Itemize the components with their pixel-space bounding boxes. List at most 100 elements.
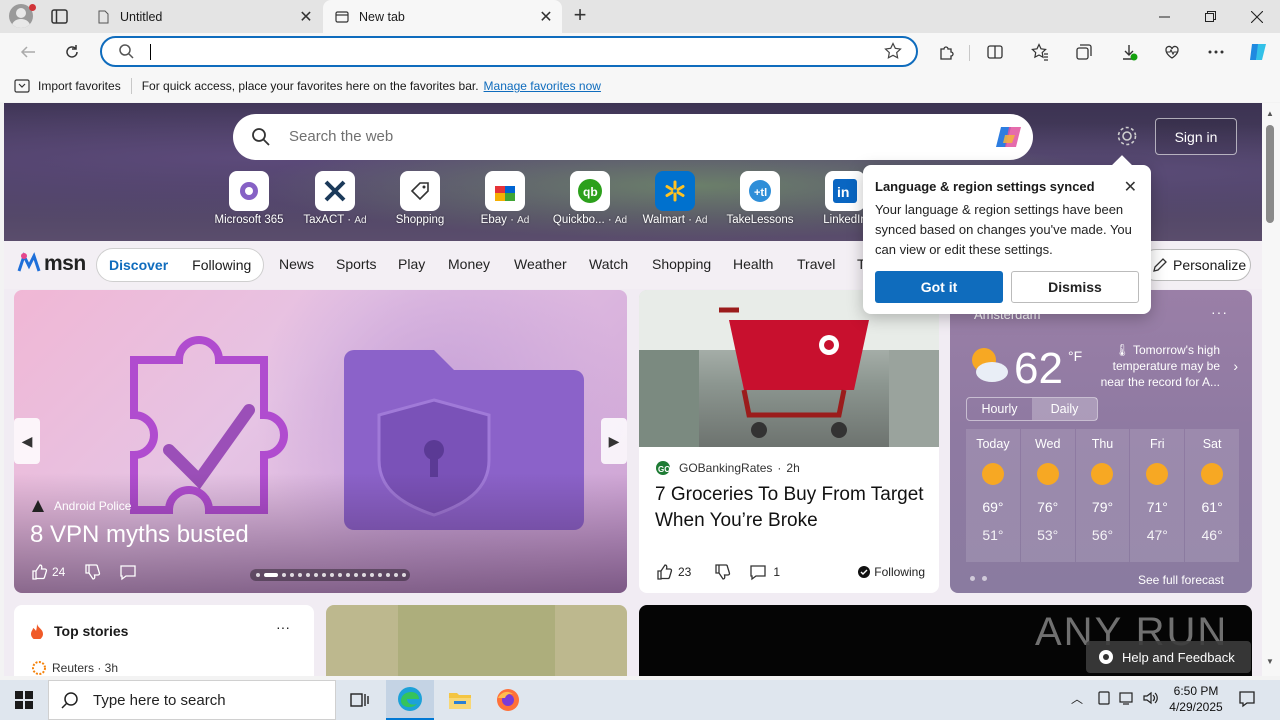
task-view-button[interactable]	[336, 680, 384, 720]
favorite-star-icon[interactable]	[884, 42, 902, 60]
start-button[interactable]	[0, 680, 48, 720]
downloads-button[interactable]	[1115, 38, 1143, 66]
settings-more-button[interactable]	[1202, 38, 1230, 66]
forecast-day[interactable]: Sat 61° 46°	[1185, 429, 1239, 562]
carousel-dot[interactable]	[290, 573, 294, 577]
carousel-dot[interactable]	[306, 573, 310, 577]
back-button[interactable]	[14, 38, 42, 66]
close-tab-icon[interactable]: ✕	[534, 5, 558, 29]
carousel-dot[interactable]	[322, 573, 326, 577]
quick-link[interactable]: +tl TakeLessons	[720, 171, 800, 226]
tab-following[interactable]: Following	[192, 257, 251, 273]
page-settings-gear-icon[interactable]	[1116, 125, 1138, 147]
forecast-day[interactable]: Thu 79° 56°	[1075, 429, 1130, 562]
weather-alert[interactable]: 🌡 Tomorrow's high temperature may be nea…	[1096, 342, 1220, 390]
comment-icon[interactable]	[119, 563, 137, 581]
show-hidden-icons[interactable]: ︿	[1071, 690, 1083, 707]
carousel-dot[interactable]	[370, 573, 374, 577]
carousel-dot[interactable]	[338, 573, 342, 577]
like-icon[interactable]	[30, 563, 48, 581]
quick-link[interactable]: Ebay · Ad	[465, 171, 545, 226]
quick-link[interactable]: Shopping	[380, 171, 460, 226]
close-tab-icon[interactable]: ✕	[294, 5, 318, 29]
hourly-toggle[interactable]: Hourly	[967, 398, 1032, 420]
article-headline[interactable]: 8 VPN myths busted	[30, 521, 249, 549]
dislike-icon[interactable]	[83, 563, 101, 581]
nav-play[interactable]: Play	[398, 256, 425, 272]
daily-toggle[interactable]: Daily	[1032, 398, 1097, 420]
carousel-dot[interactable]	[298, 573, 302, 577]
tab-new-tab[interactable]: New tab ✕	[323, 0, 562, 33]
forecast-day[interactable]: Today 69° 51°	[966, 429, 1020, 562]
file-explorer-button[interactable]	[436, 680, 484, 720]
weather-card[interactable]: Amsterdam ··· 62 °F 🌡 Tomorrow's high te…	[950, 290, 1252, 593]
system-clock[interactable]: 6:50 PM 4/29/2025	[1156, 683, 1236, 715]
nav-shopping[interactable]: Shopping	[652, 256, 711, 272]
carousel-dot[interactable]	[256, 573, 260, 577]
like-icon[interactable]	[655, 563, 673, 581]
carousel-dot[interactable]	[394, 573, 398, 577]
chevron-right-icon[interactable]: ›	[1233, 358, 1238, 374]
quick-link[interactable]: qb Quickbo... · Ad	[550, 171, 630, 226]
nav-health[interactable]: Health	[733, 256, 773, 272]
tab-actions-icon[interactable]	[50, 7, 69, 26]
carousel-dot[interactable]	[402, 573, 406, 577]
help-feedback-button[interactable]: Help and Feedback	[1086, 641, 1251, 673]
sign-in-button[interactable]: Sign in	[1155, 118, 1237, 155]
copilot-button[interactable]	[1244, 38, 1272, 66]
msn-logo[interactable]: msn	[16, 251, 86, 277]
quick-link[interactable]: TaxACT · Ad	[295, 171, 375, 226]
new-tab-button[interactable]: +	[569, 4, 591, 27]
carousel-dot[interactable]	[264, 573, 278, 577]
carousel-next-button[interactable]: ▶	[601, 418, 627, 464]
nav-watch[interactable]: Watch	[589, 256, 628, 272]
weather-page-dots[interactable]	[970, 576, 994, 581]
split-screen-button[interactable]	[981, 38, 1009, 66]
personalize-button[interactable]: Personalize	[1140, 249, 1251, 281]
carousel-dot[interactable]	[362, 573, 366, 577]
comment-icon[interactable]	[749, 563, 767, 581]
got-it-button[interactable]: Got it	[875, 271, 1003, 303]
carousel-dot[interactable]	[386, 573, 390, 577]
close-icon[interactable]: ✕	[1124, 177, 1137, 197]
collections-button[interactable]	[1070, 38, 1098, 66]
quick-link[interactable]: Microsoft 365	[209, 171, 289, 226]
carousel-dot[interactable]	[378, 573, 382, 577]
hero-article-card[interactable]: ◀ ▶ Android Police 8 VPN myths busted 24	[14, 290, 627, 593]
weather-more-icon[interactable]: ···	[1211, 304, 1228, 320]
nav-weather[interactable]: Weather	[514, 256, 567, 272]
article-headline[interactable]: 7 Groceries To Buy From Target When You’…	[655, 482, 925, 534]
scroll-down-icon[interactable]: ▼	[1266, 657, 1274, 666]
manage-favorites-link[interactable]: Manage favorites now	[484, 79, 601, 93]
edge-taskbar-button[interactable]	[386, 680, 434, 720]
dismiss-button[interactable]: Dismiss	[1011, 271, 1139, 303]
news-article-card[interactable]: GO GOBankingRates · 2h 7 Groceries To Bu…	[639, 290, 939, 593]
quick-link[interactable]: Walmart · Ad	[635, 171, 715, 226]
nav-travel[interactable]: Travel	[797, 256, 835, 272]
forecast-day[interactable]: Fri 71° 47°	[1130, 429, 1185, 562]
import-favorites-button[interactable]: Import favorites	[14, 79, 121, 93]
dislike-icon[interactable]	[713, 563, 731, 581]
scroll-up-icon[interactable]: ▲	[1266, 109, 1274, 118]
carousel-prev-button[interactable]: ◀	[14, 418, 40, 464]
favorites-button[interactable]	[1026, 38, 1054, 66]
minimize-button[interactable]	[1141, 0, 1187, 33]
carousel-dot[interactable]	[314, 573, 318, 577]
article-card-image[interactable]	[326, 605, 627, 676]
nav-sports[interactable]: Sports	[336, 256, 376, 272]
scrollbar-thumb[interactable]	[1266, 125, 1274, 223]
nav-money[interactable]: Money	[448, 256, 490, 272]
restore-button[interactable]	[1187, 0, 1233, 33]
tab-discover[interactable]: Discover	[109, 257, 168, 273]
following-badge[interactable]: Following	[858, 565, 925, 579]
network-device-icon[interactable]	[1096, 690, 1112, 709]
forecast-day[interactable]: Wed 76° 53°	[1020, 429, 1075, 562]
copilot-icon[interactable]	[993, 121, 1025, 153]
taskbar-search[interactable]: Type here to search	[48, 680, 336, 720]
close-window-button[interactable]	[1234, 0, 1280, 33]
web-search-box[interactable]: Search the web	[233, 114, 1033, 160]
carousel-dot[interactable]	[330, 573, 334, 577]
more-options-icon[interactable]: ···	[276, 619, 290, 635]
nav-news[interactable]: News	[279, 256, 314, 272]
carousel-dot[interactable]	[354, 573, 358, 577]
